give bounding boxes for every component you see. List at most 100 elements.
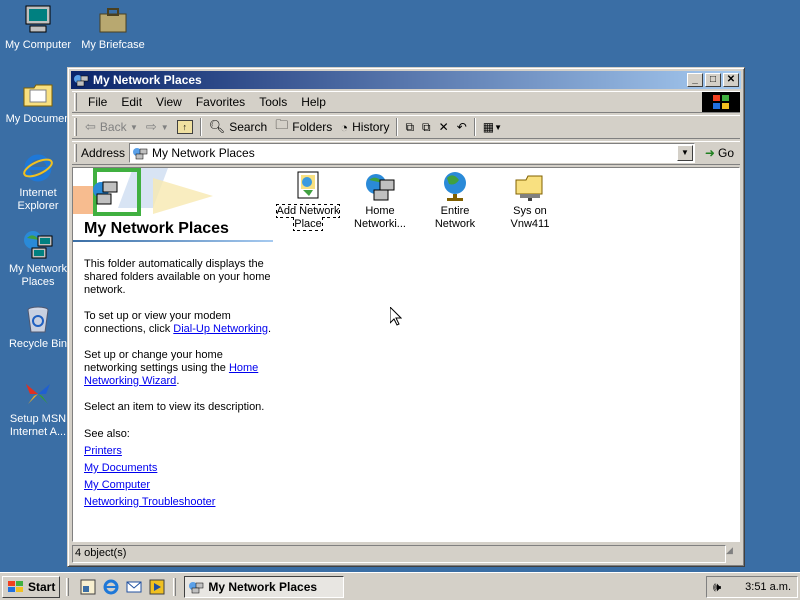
desktop-icon-my-computer[interactable]: My Computer bbox=[0, 4, 76, 52]
views-button[interactable]: ▦ ▼ bbox=[479, 116, 506, 138]
maximize-button[interactable]: □ bbox=[705, 73, 721, 87]
start-label: Start bbox=[28, 579, 56, 594]
address-input[interactable]: My Network Places ▼ bbox=[129, 143, 695, 163]
menu-view[interactable]: View bbox=[149, 95, 189, 109]
delete-button[interactable]: ✕ bbox=[435, 116, 453, 138]
resize-grip-icon[interactable]: ◢ bbox=[726, 545, 740, 563]
pane-description: This folder automatically displays the s… bbox=[84, 258, 271, 296]
taskbar-grip[interactable] bbox=[173, 577, 177, 596]
go-button[interactable]: ➜ Go bbox=[695, 146, 740, 160]
address-bar: Address My Network Places ▼ ➜ Go bbox=[72, 141, 740, 165]
search-icon: 🔍︎ bbox=[208, 119, 226, 134]
explorer-window: My Network Places _ □ ✕ File Edit View F… bbox=[67, 67, 745, 567]
quick-launch bbox=[79, 578, 171, 596]
home-text: Set up or change your home networking se… bbox=[84, 349, 226, 374]
chevron-down-icon: ▼ bbox=[129, 122, 138, 132]
toolbar-grip[interactable] bbox=[74, 93, 77, 111]
desktop-icon-internet-explorer[interactable]: Internet Explorer bbox=[0, 152, 76, 213]
history-label: History bbox=[352, 120, 390, 134]
pane-modem-text: To set up or view your modem connections… bbox=[84, 310, 272, 335]
toolbar-grip[interactable] bbox=[74, 144, 77, 162]
back-button[interactable]: ⇦ Back ▼ bbox=[81, 116, 142, 138]
windows-flag-icon bbox=[8, 580, 23, 592]
forward-arrow-icon: ⇨ bbox=[145, 119, 157, 134]
toolbar-separator bbox=[199, 118, 202, 136]
pane-divider bbox=[73, 240, 273, 242]
title-bar[interactable]: My Network Places _ □ ✕ bbox=[71, 71, 741, 89]
desktop-icon-label: My Documen bbox=[5, 113, 71, 125]
close-button[interactable]: ✕ bbox=[723, 73, 739, 87]
search-button[interactable]: 🔍︎ Search bbox=[205, 116, 272, 138]
folders-button[interactable]: 🗀 Folders bbox=[271, 116, 336, 138]
toolbar-grip[interactable] bbox=[74, 118, 77, 136]
web-view-pane: My Network Places This folder automatica… bbox=[73, 168, 273, 541]
clock[interactable]: 3:51 a.m. bbox=[745, 581, 791, 593]
file-item-label: Add Network Place bbox=[275, 204, 341, 231]
search-label: Search bbox=[229, 120, 268, 134]
history-icon: ◔ bbox=[340, 119, 349, 135]
desktop-icon-label: My Computer bbox=[4, 39, 72, 51]
networking-troubleshooter-link[interactable]: Networking Troubleshooter bbox=[84, 494, 215, 511]
history-button[interactable]: ◔ History bbox=[336, 116, 393, 138]
file-item-entire-network[interactable]: Entire Network bbox=[420, 170, 490, 231]
up-folder-button[interactable]: ↑ bbox=[173, 116, 197, 138]
forward-button[interactable]: ⇨ ▼ bbox=[142, 116, 173, 138]
recycle-bin-icon bbox=[22, 303, 54, 335]
globe-icon bbox=[439, 170, 471, 202]
add-network-place-icon bbox=[292, 170, 324, 202]
ie-icon[interactable] bbox=[102, 578, 120, 596]
move-to-button[interactable]: ⧉ bbox=[401, 116, 418, 138]
briefcase-icon bbox=[97, 4, 129, 36]
menu-file[interactable]: File bbox=[81, 95, 114, 109]
desktop-icon-my-network-places[interactable]: My Network Places bbox=[0, 228, 76, 289]
file-item-sys-on-vnw411[interactable]: Sys on Vnw411 bbox=[495, 170, 565, 231]
printers-link[interactable]: Printers bbox=[84, 443, 215, 460]
address-label: Address bbox=[81, 146, 126, 160]
desktop-icon-recycle-bin[interactable]: Recycle Bin bbox=[0, 303, 76, 351]
start-button[interactable]: Start bbox=[2, 575, 61, 598]
file-item-label: Home Networki... bbox=[354, 205, 406, 230]
media-player-icon[interactable] bbox=[148, 578, 166, 596]
windows-logo-icon bbox=[702, 92, 740, 112]
undo-button[interactable]: ↶ bbox=[453, 116, 471, 138]
undo-icon: ↶ bbox=[456, 120, 467, 134]
menu-favorites[interactable]: Favorites bbox=[189, 95, 252, 109]
volume-icon[interactable]: 🕪︎ bbox=[713, 579, 721, 595]
copy-to-icon: ⧉ bbox=[422, 119, 431, 134]
desktop-icon-my-briefcase[interactable]: My Briefcase bbox=[75, 4, 151, 52]
file-item-add-network-place[interactable]: Add Network Place bbox=[273, 170, 343, 231]
outlook-express-icon[interactable] bbox=[125, 578, 143, 596]
menu-edit[interactable]: Edit bbox=[114, 95, 149, 109]
msn-butterfly-icon bbox=[22, 378, 54, 410]
menu-bar: File Edit View Favorites Tools Help bbox=[72, 91, 740, 113]
address-dropdown-button[interactable]: ▼ bbox=[676, 145, 693, 161]
folders-label: Folders bbox=[292, 120, 333, 134]
standard-toolbar: ⇦ Back ▼ ⇨ ▼ ↑ 🔍︎ Search 🗀 Folders ◔ History … bbox=[72, 115, 740, 139]
show-desktop-icon[interactable] bbox=[79, 578, 97, 596]
minimize-button[interactable]: _ bbox=[687, 73, 703, 87]
taskbar-button-my-network-places[interactable]: My Network Places bbox=[184, 575, 345, 598]
desktop-icon-my-documents[interactable]: My Documen bbox=[0, 78, 76, 126]
taskbar-grip[interactable] bbox=[66, 577, 70, 596]
home-network-icon bbox=[364, 170, 396, 202]
menu-tools[interactable]: Tools bbox=[252, 95, 294, 109]
file-item-home-networking[interactable]: Home Networki... bbox=[345, 170, 415, 231]
copy-to-button[interactable]: ⧉ bbox=[418, 116, 435, 138]
desktop-icon-label: My Briefcase bbox=[81, 39, 145, 51]
dial-up-networking-link[interactable]: Dial-Up Networking bbox=[173, 323, 268, 335]
see-also-section: See also: Printers My Documents My Compu… bbox=[84, 426, 215, 511]
pane-select-text: Select an item to view its description. bbox=[84, 401, 265, 413]
see-also-heading: See also: bbox=[84, 428, 130, 440]
my-computer-link[interactable]: My Computer bbox=[84, 477, 215, 494]
window-title: My Network Places bbox=[93, 73, 202, 87]
menu-help[interactable]: Help bbox=[294, 95, 333, 109]
desktop-icon-setup-msn[interactable]: Setup MSN Internet A... bbox=[0, 378, 76, 439]
my-documents-link[interactable]: My Documents bbox=[84, 460, 215, 477]
content-area: My Network Places This folder automatica… bbox=[72, 167, 740, 542]
pane-title: My Network Places bbox=[84, 220, 229, 237]
network-places-icon bbox=[133, 148, 148, 160]
ie-icon bbox=[22, 152, 54, 184]
toolbar-separator bbox=[396, 118, 399, 136]
address-value: My Network Places bbox=[152, 146, 255, 160]
shared-folder-icon bbox=[514, 170, 546, 202]
